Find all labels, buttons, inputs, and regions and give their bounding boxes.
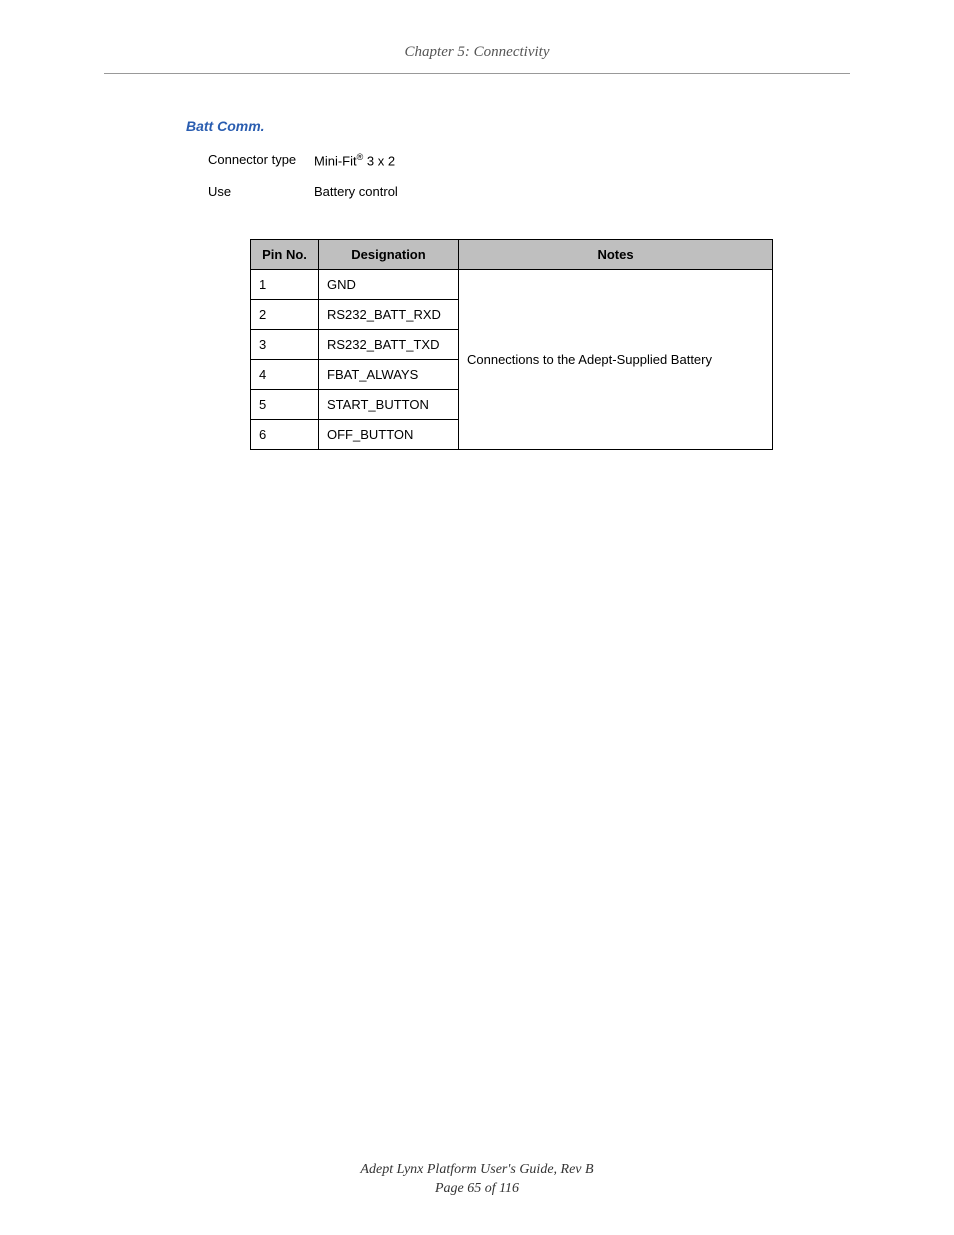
info-value: Battery control [314, 184, 398, 199]
pinout-table: Pin No. Designation Notes 1 GND Connecti… [250, 239, 773, 450]
designation-cell: START_BUTTON [319, 390, 459, 420]
table-header-pin: Pin No. [251, 240, 319, 270]
page-footer: Adept Lynx Platform User's Guide, Rev B … [0, 1160, 954, 1199]
footer-doc-title: Adept Lynx Platform User's Guide, Rev B [0, 1160, 954, 1180]
table-header-designation: Designation [319, 240, 459, 270]
pin-cell: 5 [251, 390, 319, 420]
designation-cell: RS232_BATT_TXD [319, 330, 459, 360]
pin-cell: 2 [251, 300, 319, 330]
chapter-title: Chapter 5: Connectivity [405, 44, 550, 60]
page-header: Chapter 5: Connectivity [0, 0, 954, 73]
pin-cell: 3 [251, 330, 319, 360]
pin-cell: 1 [251, 270, 319, 300]
designation-cell: RS232_BATT_RXD [319, 300, 459, 330]
info-list: Connector type Mini-Fit® 3 x 2 Use Batte… [208, 152, 954, 199]
info-value-suffix: 3 x 2 [363, 153, 395, 168]
table-header-notes: Notes [459, 240, 773, 270]
table-header-row: Pin No. Designation Notes [251, 240, 773, 270]
designation-cell: OFF_BUTTON [319, 420, 459, 450]
section-title: Batt Comm. [186, 118, 954, 134]
pin-cell: 6 [251, 420, 319, 450]
info-value: Mini-Fit® 3 x 2 [314, 152, 395, 168]
footer-page-number: Page 65 of 116 [0, 1179, 954, 1199]
info-label: Connector type [208, 152, 314, 168]
content-area: Batt Comm. Connector type Mini-Fit® 3 x … [0, 74, 954, 450]
info-row: Connector type Mini-Fit® 3 x 2 [208, 152, 954, 168]
info-row: Use Battery control [208, 184, 954, 199]
notes-cell: Connections to the Adept-Supplied Batter… [459, 270, 773, 450]
designation-cell: GND [319, 270, 459, 300]
info-value-prefix: Battery control [314, 184, 398, 199]
pin-cell: 4 [251, 360, 319, 390]
info-value-prefix: Mini-Fit [314, 153, 357, 168]
info-label: Use [208, 184, 314, 199]
designation-cell: FBAT_ALWAYS [319, 360, 459, 390]
table-row: 1 GND Connections to the Adept-Supplied … [251, 270, 773, 300]
